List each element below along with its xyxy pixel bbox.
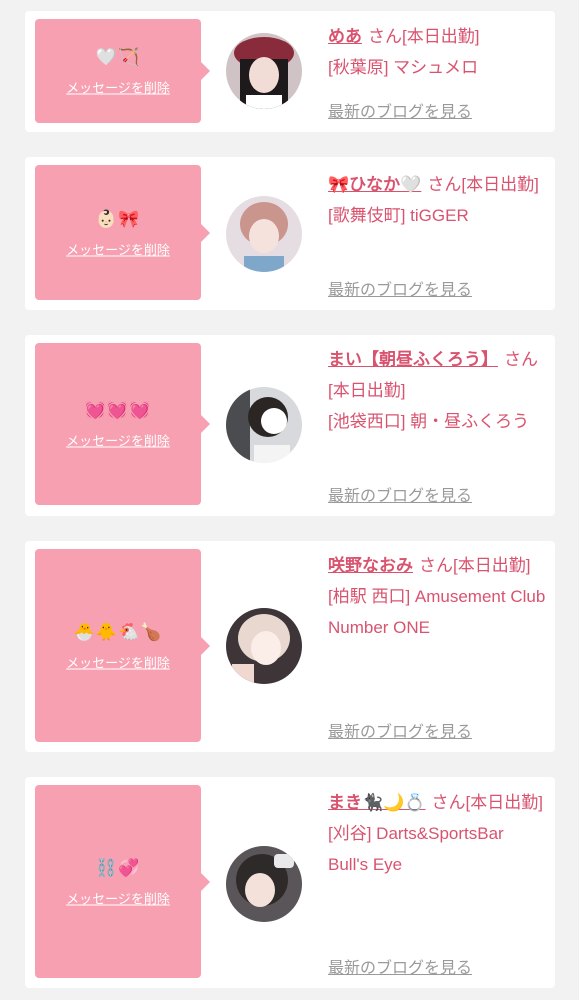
status-text: さん[本日出勤]	[431, 793, 543, 812]
message-card: 👶🏻🎀 メッセージを削除 🎀ひなか🤍 さん[本日出勤] [歌舞伎町] tiGGER…	[25, 157, 555, 310]
delete-message-link[interactable]: メッセージを削除	[66, 239, 170, 258]
cast-name-link[interactable]: めあ	[328, 27, 362, 46]
message-info: めあ さん[本日出勤] [秋葉原] マシュメロ	[328, 21, 546, 83]
latest-blog-link[interactable]: 最新のブログを見る	[328, 482, 472, 506]
avatar[interactable]	[226, 608, 302, 684]
message-card: ⛓️💞 メッセージを削除 まき🐈‍⬛🌙💍 さん[本日出勤] [刈谷] Darts&…	[25, 777, 555, 988]
delete-message-link[interactable]: メッセージを削除	[66, 431, 170, 450]
shop-location: [歌舞伎町] tiGGER	[328, 206, 469, 225]
message-card: 💓💓💓 メッセージを削除 まい【朝昼ふくろう】 さん[本日出勤] [池袋西口] 朝…	[25, 335, 555, 516]
message-card: 🐣🐥🐔🍗 メッセージを削除 咲野なおみ さん[本日出勤] [柏駅 西口] Amus…	[25, 541, 555, 752]
message-emoji: 💓💓💓	[84, 400, 152, 421]
status-text: さん[本日出勤]	[427, 175, 539, 194]
cast-name-link[interactable]: 咲野なおみ	[328, 556, 413, 575]
message-bubble: 🤍🏹 メッセージを削除	[35, 19, 210, 123]
avatar[interactable]	[226, 387, 302, 463]
delete-message-link[interactable]: メッセージを削除	[66, 888, 170, 907]
shop-location: [刈谷] Darts&SportsBar Bull's Eye	[328, 824, 504, 874]
cast-name-link[interactable]: まき🐈‍⬛🌙💍	[328, 793, 426, 812]
message-info: 咲野なおみ さん[本日出勤] [柏駅 西口] Amusement Club Num…	[328, 550, 546, 643]
avatar[interactable]	[226, 196, 302, 272]
status-text: さん[本日出勤]	[368, 27, 480, 46]
message-card: 🤍🏹 メッセージを削除 めあ さん[本日出勤] [秋葉原] マシュメロ 最新のブロ…	[25, 11, 555, 132]
message-emoji: 🤍🏹	[95, 47, 141, 68]
latest-blog-link[interactable]: 最新のブログを見る	[328, 954, 472, 978]
message-list: 🤍🏹 メッセージを削除 めあ さん[本日出勤] [秋葉原] マシュメロ 最新のブロ…	[0, 0, 579, 1000]
avatar[interactable]	[226, 33, 302, 109]
latest-blog-link[interactable]: 最新のブログを見る	[328, 276, 472, 300]
status-text: さん[本日出勤]	[419, 556, 531, 575]
shop-location: [柏駅 西口] Amusement Club Number ONE	[328, 587, 546, 637]
message-emoji: 👶🏻🎀	[95, 209, 141, 229]
message-info: まき🐈‍⬛🌙💍 さん[本日出勤] [刈谷] Darts&SportsBar Bul…	[328, 787, 546, 880]
message-bubble: 👶🏻🎀 メッセージを削除	[35, 165, 210, 300]
shop-location: [秋葉原] マシュメロ	[328, 58, 479, 77]
latest-blog-link[interactable]: 最新のブログを見る	[328, 718, 472, 742]
message-emoji: 🐣🐥🐔🍗	[73, 622, 163, 642]
message-bubble: 🐣🐥🐔🍗 メッセージを削除	[35, 549, 210, 742]
shop-location: [池袋西口] 朝・昼ふくろう	[328, 412, 530, 431]
message-bubble: ⛓️💞 メッセージを削除	[35, 785, 210, 978]
latest-blog-link[interactable]: 最新のブログを見る	[328, 98, 472, 122]
cast-name-link[interactable]: まい【朝昼ふくろう】	[328, 350, 498, 369]
cast-name-link[interactable]: 🎀ひなか🤍	[328, 175, 421, 194]
delete-message-link[interactable]: メッセージを削除	[66, 652, 170, 671]
message-emoji: ⛓️💞	[95, 858, 141, 878]
message-bubble: 💓💓💓 メッセージを削除	[35, 343, 210, 505]
message-info: まい【朝昼ふくろう】 さん[本日出勤] [池袋西口] 朝・昼ふくろう	[328, 344, 546, 437]
delete-message-link[interactable]: メッセージを削除	[66, 78, 170, 97]
avatar[interactable]	[226, 846, 302, 922]
message-info: 🎀ひなか🤍 さん[本日出勤] [歌舞伎町] tiGGER	[328, 169, 546, 231]
